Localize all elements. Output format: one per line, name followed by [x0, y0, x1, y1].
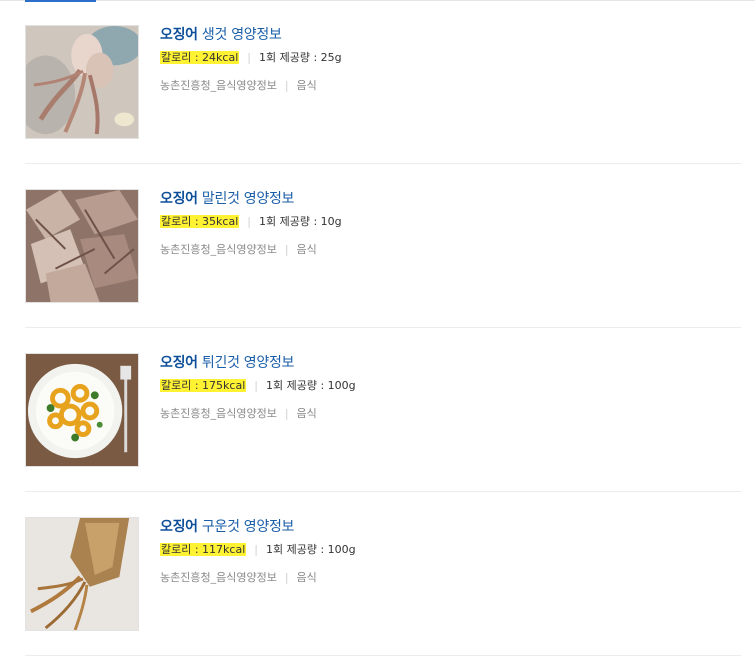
serving-size: 1회 제공량 : 25g — [259, 51, 342, 64]
fried-squid-image — [26, 354, 138, 466]
meta-separator: | — [254, 543, 258, 556]
title-text: 구운것 영양정보 — [201, 519, 295, 535]
title-text: 말린것 영양정보 — [201, 191, 295, 207]
serving-size: 1회 제공량 : 10g — [259, 215, 342, 228]
result-title-link[interactable]: 오징어 튀긴것 영양정보 — [160, 353, 356, 373]
source-meta: 농촌진흥청_음식영양정보 | 음식 — [160, 570, 356, 586]
nutrition-meta: 칼로리 : 35kcal | 1회 제공량 : 10g — [160, 214, 342, 230]
serving-size: 1회 제공량 : 100g — [266, 543, 356, 556]
category-label: 음식 — [296, 243, 317, 256]
meta-separator: | — [254, 379, 258, 392]
category-label: 음식 — [296, 407, 317, 420]
raw-squid-image — [26, 26, 138, 138]
source-name: 농촌진흥청_음식영양정보 — [160, 79, 277, 92]
title-text: 튀긴것 영양정보 — [201, 355, 295, 371]
result-title-link[interactable]: 오징어 구운것 영양정보 — [160, 517, 356, 537]
title-keyword: 오징어 — [160, 519, 198, 535]
title-text: 생것 영양정보 — [201, 27, 282, 43]
meta-separator: | — [247, 51, 251, 64]
title-keyword: 오징어 — [160, 27, 198, 43]
title-keyword: 오징어 — [160, 191, 198, 207]
meta-separator: | — [247, 215, 251, 228]
thumbnail-grilled-squid[interactable] — [25, 517, 139, 631]
nutrition-meta: 칼로리 : 24kcal | 1회 제공량 : 25g — [160, 50, 342, 66]
source-meta: 농촌진흥청_음식영양정보 | 음식 — [160, 78, 342, 94]
source-meta: 농촌진흥청_음식영양정보 | 음식 — [160, 242, 342, 258]
title-keyword: 오징어 — [160, 355, 198, 371]
serving-size: 1회 제공량 : 100g — [266, 379, 356, 392]
thumbnail-fried-squid[interactable] — [25, 353, 139, 467]
source-meta: 농촌진흥청_음식영양정보 | 음식 — [160, 406, 356, 422]
source-name: 농촌진흥청_음식영양정보 — [160, 407, 277, 420]
result-title-link[interactable]: 오징어 말린것 영양정보 — [160, 189, 342, 209]
result-title-link[interactable]: 오징어 생것 영양정보 — [160, 25, 342, 45]
thumbnail-raw-squid[interactable] — [25, 25, 139, 139]
meta-separator: | — [284, 407, 289, 420]
meta-separator: | — [284, 571, 289, 584]
nutrition-meta: 칼로리 : 175kcal | 1회 제공량 : 100g — [160, 378, 356, 394]
meta-separator: | — [284, 243, 289, 256]
grilled-squid-image — [26, 518, 138, 630]
dried-squid-image — [26, 190, 138, 302]
calorie-badge: 칼로리 : 24kcal — [160, 51, 240, 64]
source-name: 농촌진흥청_음식영양정보 — [160, 243, 277, 256]
category-label: 음식 — [296, 571, 317, 584]
calorie-badge: 칼로리 : 35kcal — [160, 215, 240, 228]
calorie-badge: 칼로리 : 117kcal — [160, 543, 247, 556]
thumbnail-dried-squid[interactable] — [25, 189, 139, 303]
result-item: 오징어 튀긴것 영양정보 칼로리 : 175kcal | 1회 제공량 : 100g… — [25, 328, 741, 492]
meta-separator: | — [284, 79, 289, 92]
result-item: 오징어 생것 영양정보 칼로리 : 24kcal | 1회 제공량 : 25g 농촌… — [25, 0, 741, 164]
result-list: 오징어 생것 영양정보 칼로리 : 24kcal | 1회 제공량 : 25g 농촌… — [25, 0, 741, 656]
result-item: 오징어 구운것 영양정보 칼로리 : 117kcal | 1회 제공량 : 100g… — [25, 492, 741, 656]
result-item: 오징어 말린것 영양정보 칼로리 : 35kcal | 1회 제공량 : 10g 농… — [25, 164, 741, 328]
source-name: 농촌진흥청_음식영양정보 — [160, 571, 277, 584]
category-label: 음식 — [296, 79, 317, 92]
calorie-badge: 칼로리 : 175kcal — [160, 379, 247, 392]
nutrition-meta: 칼로리 : 117kcal | 1회 제공량 : 100g — [160, 542, 356, 558]
